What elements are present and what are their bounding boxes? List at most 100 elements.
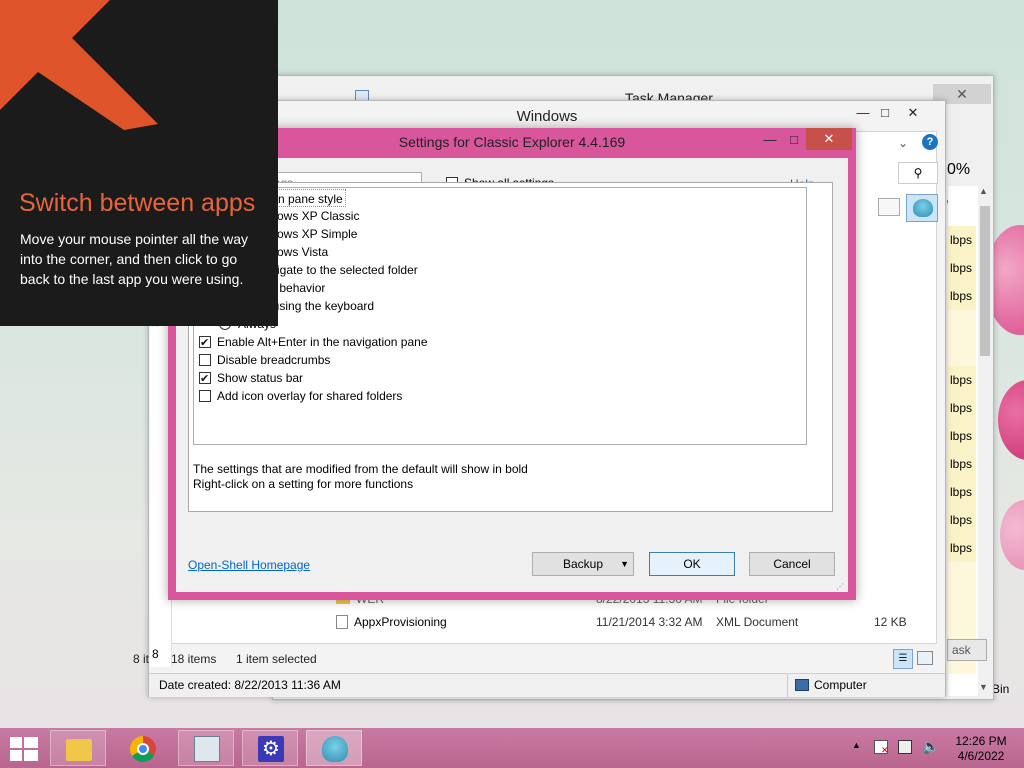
gear-icon: ⚙ (258, 736, 284, 762)
table-row: lbps (948, 254, 976, 282)
maximize-button[interactable]: □ (780, 130, 808, 150)
tree-item-windows-xp-simple[interactable]: ows XP Simple (277, 225, 357, 243)
help-icon[interactable]: ? (922, 134, 938, 150)
checkbox-label: Show status bar (217, 371, 304, 385)
shell-icon (322, 736, 348, 762)
cancel-button[interactable]: Cancel (749, 552, 835, 576)
checkbox-add-icon-overlay[interactable]: Add icon overlay for shared folders (199, 387, 402, 405)
xml-document-icon (336, 615, 348, 629)
table-row (948, 562, 976, 590)
checkbox[interactable] (199, 354, 211, 366)
clock[interactable]: 12:26 PM 4/6/2022 (950, 734, 1012, 764)
details-view-icon[interactable]: ☰ (893, 649, 913, 669)
file-date: 11/21/2014 3:32 AM (596, 615, 703, 629)
desktop-flower (998, 380, 1024, 460)
checkbox-show-status-bar[interactable]: Show status bar (199, 369, 304, 388)
checkbox[interactable] (199, 334, 211, 352)
table-row: lbps (948, 282, 976, 310)
backup-button[interactable]: Backup ▼ (532, 552, 634, 576)
checkbox-disable-breadcrumbs[interactable]: Disable breadcrumbs (199, 351, 330, 369)
network-icon[interactable] (898, 740, 912, 754)
divider (787, 674, 788, 698)
end-task-button[interactable]: ask (947, 639, 987, 661)
desktop-flower (1000, 500, 1024, 570)
location-label: Computer (814, 678, 867, 692)
selection-count: 1 item selected (236, 652, 317, 666)
maximize-button[interactable]: □ (871, 103, 899, 123)
dropdown-arrow-icon[interactable]: ▼ (620, 553, 629, 575)
folder-icon (66, 739, 92, 761)
checkbox[interactable] (199, 390, 211, 402)
scrollbar-thumb[interactable] (980, 206, 990, 356)
computer-icon (795, 679, 809, 691)
details-bar: Date created: 8/22/2013 11:36 AM Compute… (149, 673, 945, 698)
taskbar-control-panel[interactable]: ⚙ (242, 730, 298, 766)
large-icons-view-icon[interactable] (917, 651, 933, 665)
table-row: lbps (948, 394, 976, 422)
status-bar: 18 items 1 item selected 8 it ☰ (133, 649, 937, 671)
network-column: lbps lbps lbps lbps lbps lbps lbps lbps … (948, 186, 992, 696)
preview-pane-icon[interactable] (878, 198, 900, 216)
resize-grip-icon[interactable]: ⋰ (836, 582, 844, 591)
file-type: XML Document (716, 615, 799, 629)
show-hidden-icons-icon[interactable]: ▲ (852, 740, 861, 750)
clock-time: 12:26 PM (955, 734, 1007, 748)
scroll-up-icon[interactable]: ▲ (979, 186, 988, 196)
table-row: lbps (948, 226, 976, 254)
settings-panel: n pane style ows XP Classic ows XP Simpl… (188, 182, 833, 512)
table-row: lbps (948, 450, 976, 478)
corner-arrow-icon (0, 0, 158, 130)
vertical-scrollbar[interactable]: ▲ ▼ (978, 186, 992, 696)
settings-tree[interactable]: n pane style ows XP Classic ows XP Simpl… (193, 187, 807, 445)
checkbox-label: Enable Alt+Enter in the navigation pane (217, 335, 428, 349)
nav-item: 8 it (133, 652, 150, 666)
checkbox-enable-alt-enter[interactable]: Enable Alt+Enter in the navigation pane (199, 333, 428, 352)
taskbar-task-manager[interactable] (178, 730, 234, 766)
scroll-down-icon[interactable]: ▼ (979, 682, 988, 692)
tree-item-windows-xp-classic[interactable]: ows XP Classic (277, 207, 359, 225)
file-row-appxprovisioning[interactable]: AppxProvisioning (336, 615, 447, 629)
file-size: 12 KB (874, 615, 907, 629)
table-row: lbps (948, 366, 976, 394)
table-row: lbps (948, 422, 976, 450)
tree-item-navigate-to-selected-folder[interactable]: igate to the selected folder (277, 261, 418, 279)
classic-shell-icon[interactable] (906, 194, 938, 222)
table-row: lbps (948, 506, 976, 534)
close-button[interactable]: ✕ (899, 103, 927, 123)
item-count: 18 items (171, 652, 217, 666)
checkbox[interactable] (199, 370, 211, 388)
homepage-link[interactable]: Open-Shell Homepage (188, 558, 310, 572)
tree-item-navigation-pane-style[interactable]: n pane style (275, 189, 346, 207)
windows-logo-icon[interactable] (10, 737, 38, 761)
file-name: AppxProvisioning (354, 615, 447, 629)
chrome-icon (130, 736, 156, 762)
table-row (948, 310, 976, 338)
clock-date: 4/6/2022 (957, 749, 1005, 763)
taskbar: ⚙ ▲ ✕ 🔈 12:26 PM 4/6/2022 (0, 728, 1024, 768)
note-bold-settings: The settings that are modified from the … (193, 462, 528, 476)
chevron-down-icon[interactable]: ⌄ (898, 136, 908, 150)
volume-muted-icon[interactable]: 🔈 (922, 738, 939, 755)
tip-heading: Switch between apps (19, 189, 256, 217)
tip-body: Move your mouse pointer all the way into… (20, 231, 248, 287)
search-icon[interactable]: ⚲ (898, 162, 938, 184)
table-row (948, 338, 976, 366)
note-right-click: Right-click on a setting for more functi… (193, 477, 414, 491)
action-center-icon[interactable]: ✕ (874, 740, 889, 755)
ok-button[interactable]: OK (649, 552, 735, 576)
cpu-percent: 0% (947, 161, 971, 178)
taskbar-file-explorer[interactable] (50, 730, 106, 766)
date-created: Date created: 8/22/2013 11:36 AM (159, 678, 341, 692)
table-row (948, 590, 976, 618)
switch-apps-tip: Switch between apps Move your mouse poin… (0, 0, 278, 326)
checkbox-label: Disable breadcrumbs (217, 353, 331, 367)
taskbar-chrome[interactable] (114, 730, 170, 766)
task-manager-icon (194, 736, 220, 762)
checkbox-label: Add icon overlay for shared folders (217, 389, 403, 403)
backup-label: Backup (562, 557, 604, 571)
table-row: lbps (948, 478, 976, 506)
table-row: lbps (948, 534, 976, 562)
close-button[interactable]: ✕ (806, 128, 852, 150)
taskbar-classic-shell[interactable] (306, 730, 362, 766)
tree-item-windows-vista[interactable]: ows Vista (277, 243, 328, 261)
